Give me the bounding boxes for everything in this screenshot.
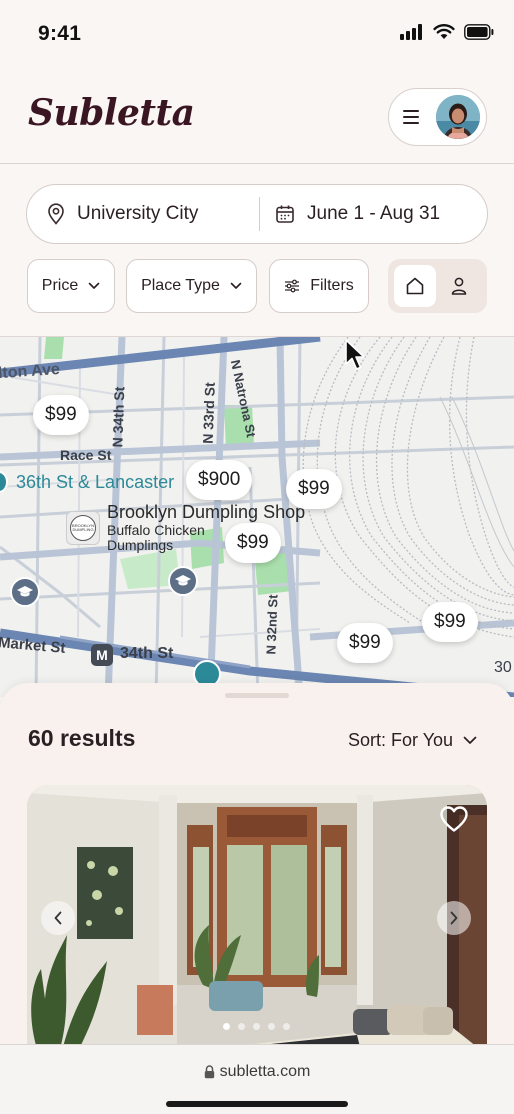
price-filter-button[interactable]: Price xyxy=(27,259,115,313)
calendar-icon xyxy=(276,205,294,223)
status-icons xyxy=(400,24,494,40)
account-menu-button[interactable] xyxy=(388,88,487,146)
photo-next-button[interactable] xyxy=(437,901,471,935)
lock-icon xyxy=(204,1065,214,1079)
person-icon xyxy=(451,277,467,295)
street-label-34th: 34th St xyxy=(120,645,174,662)
street-label-n33rd: N 33rd St xyxy=(199,382,218,444)
sort-label: Sort: For You xyxy=(348,730,454,750)
chevron-down-icon xyxy=(463,736,477,744)
mouse-cursor-icon xyxy=(345,339,365,370)
place-name-label[interactable]: Brooklyn Dumpling Shop xyxy=(107,502,305,523)
graduation-cap-icon xyxy=(17,586,33,597)
pagination-dot[interactable] xyxy=(238,1023,245,1030)
street-label-race: Race St xyxy=(60,447,112,463)
price-pin[interactable]: $900 xyxy=(186,460,253,500)
status-time: 9:41 xyxy=(38,22,82,45)
search-divider xyxy=(259,197,260,231)
price-pin[interactable]: $99 xyxy=(337,623,393,663)
home-icon xyxy=(406,277,424,295)
filters-button[interactable]: Filters xyxy=(269,259,369,313)
place-type-filter-label: Place Type xyxy=(141,277,220,294)
school-marker-icon[interactable] xyxy=(10,577,40,607)
filters-label: Filters xyxy=(310,277,354,294)
price-pin[interactable]: $99 xyxy=(422,602,478,642)
sheet-drag-handle[interactable] xyxy=(225,693,289,698)
pagination-dot[interactable] xyxy=(253,1023,260,1030)
chevron-down-icon xyxy=(88,282,100,289)
app-header: Subletta xyxy=(0,68,514,164)
hamburger-icon xyxy=(403,110,419,124)
sliders-icon xyxy=(285,279,300,293)
graduation-cap-icon xyxy=(175,575,191,586)
search-area: University City June 1 - Aug 31 Price Pl… xyxy=(0,165,514,337)
street-label-edge: 30 xyxy=(494,659,512,676)
photo-pagination xyxy=(223,1023,290,1030)
favorite-heart-icon[interactable] xyxy=(439,805,469,833)
location-value: University City xyxy=(77,203,199,224)
status-bar: 9:41 xyxy=(0,0,514,68)
avatar xyxy=(436,95,480,139)
price-filter-label: Price xyxy=(41,277,79,294)
street-label-n34th: N 34th St xyxy=(109,386,128,448)
search-bar[interactable]: University City June 1 - Aug 31 xyxy=(26,184,488,244)
price-pin[interactable]: $99 xyxy=(225,523,281,563)
price-pin[interactable]: $99 xyxy=(286,469,342,509)
metro-station-icon[interactable]: M xyxy=(91,644,113,666)
browser-bar: subletta.com xyxy=(0,1044,514,1114)
metro-letter: M xyxy=(96,647,108,663)
dates-field[interactable]: June 1 - Aug 31 xyxy=(275,185,440,243)
school-marker-icon[interactable] xyxy=(168,566,198,596)
dates-value: June 1 - Aug 31 xyxy=(307,203,441,224)
homes-toggle-button[interactable] xyxy=(394,265,436,307)
price-pin[interactable]: $99 xyxy=(33,395,89,435)
results-count: 60 results xyxy=(28,725,136,751)
chevron-down-icon xyxy=(230,282,242,289)
photo-prev-button[interactable] xyxy=(41,901,75,935)
roommates-toggle-button[interactable] xyxy=(438,265,480,307)
battery-icon xyxy=(464,24,494,40)
pagination-dot[interactable] xyxy=(268,1023,275,1030)
logo[interactable]: Subletta xyxy=(28,92,195,134)
sort-dropdown[interactable]: Sort: For You xyxy=(348,730,477,751)
chevron-right-icon xyxy=(450,911,458,925)
place-logo-icon[interactable]: BROOKLYN DUMPLING xyxy=(66,511,100,545)
pagination-dot[interactable] xyxy=(283,1023,290,1030)
map[interactable]: lton Ave Race St N 34th St N 33rd St N N… xyxy=(0,337,514,697)
signal-icon xyxy=(400,24,422,40)
url-text: subletta.com xyxy=(219,1063,311,1080)
location-pin-icon xyxy=(48,203,64,225)
url-bar[interactable]: subletta.com xyxy=(0,1063,514,1081)
listing-type-toggle xyxy=(388,259,487,313)
place-type-filter-button[interactable]: Place Type xyxy=(126,259,257,313)
place-logo-text: BROOKLYN DUMPLING xyxy=(72,523,94,532)
street-label-n32nd: N 32nd St xyxy=(263,594,281,655)
pagination-dot[interactable] xyxy=(223,1023,230,1030)
chevron-left-icon xyxy=(54,911,62,925)
home-indicator[interactable] xyxy=(166,1101,348,1107)
wifi-icon xyxy=(433,24,455,39)
place-logo-badge: BROOKLYN DUMPLING xyxy=(70,515,96,541)
location-field[interactable]: University City xyxy=(47,185,198,243)
transit-stop-label[interactable]: 36th St & Lancaster xyxy=(16,472,174,493)
place-sub-label: Buffalo Chicken Dumplings xyxy=(107,522,205,553)
